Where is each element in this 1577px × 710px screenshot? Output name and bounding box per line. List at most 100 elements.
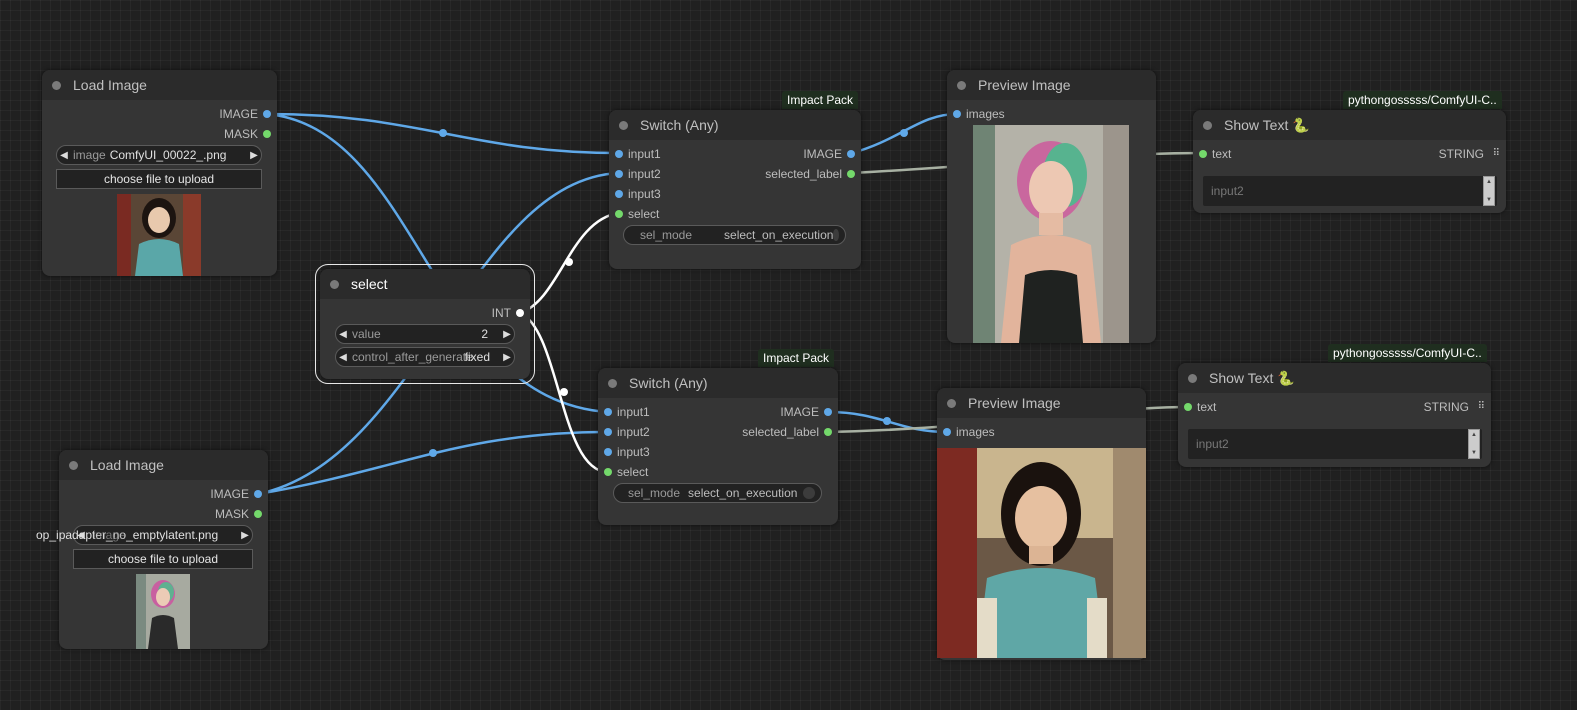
node-show-text-1[interactable]: Show Text 🐍 text STRING ⠿ input2 ▲ ▼ <box>1193 110 1506 213</box>
output-pin-icon[interactable] <box>263 110 271 118</box>
grid-list-icon[interactable]: ⠿ <box>1493 147 1500 161</box>
control-after-generate-combo[interactable]: ◀ control_after_generate fixed ▶ <box>335 347 515 367</box>
node-header[interactable]: Show Text 🐍 <box>1193 110 1506 140</box>
image-combo[interactable]: ◀ image ComfyUI_00022_.png ▶ <box>56 145 262 165</box>
output-selected-label[interactable]: selected_label <box>735 167 855 181</box>
value-number-widget[interactable]: ◀ value 2 ▶ <box>335 324 515 344</box>
output-pin-icon[interactable] <box>824 428 832 436</box>
text-display-area[interactable]: input2 <box>1188 429 1482 459</box>
input-pin-icon[interactable] <box>953 110 961 118</box>
output-pin-icon[interactable] <box>847 150 855 158</box>
scroll-up-icon[interactable]: ▲ <box>1486 179 1492 185</box>
output-pin-icon[interactable] <box>254 510 262 518</box>
upload-button[interactable]: choose file to upload <box>73 549 253 569</box>
node-header[interactable]: Show Text 🐍 <box>1178 363 1491 393</box>
node-preview-image-2[interactable]: Preview Image images <box>937 388 1146 660</box>
scroll-down-icon[interactable]: ▼ <box>1486 197 1492 203</box>
node-preview-image-1[interactable]: Preview Image images <box>947 70 1156 343</box>
right-arrow-icon[interactable]: ▶ <box>238 530 252 541</box>
right-arrow-icon[interactable]: ▶ <box>247 150 261 161</box>
input-1[interactable]: input1 <box>604 405 650 419</box>
input-pin-icon[interactable] <box>1199 150 1207 158</box>
node-header[interactable]: Switch (Any) <box>609 110 861 140</box>
collapse-dot-icon[interactable] <box>330 279 339 289</box>
input-pin-icon[interactable] <box>615 150 623 158</box>
node-title: Preview Image <box>978 77 1071 93</box>
output-image[interactable]: IMAGE <box>151 107 271 121</box>
left-arrow-icon[interactable]: ◀ <box>57 150 71 161</box>
collapse-dot-icon[interactable] <box>1188 373 1197 383</box>
input-pin-icon[interactable] <box>615 190 623 198</box>
collapse-dot-icon[interactable] <box>608 378 617 388</box>
sel-mode-toggle[interactable]: sel_mode select_on_execution <box>613 483 822 503</box>
output-mask[interactable]: MASK <box>142 507 262 521</box>
collapse-dot-icon[interactable] <box>947 398 956 408</box>
output-pin-icon[interactable] <box>254 490 262 498</box>
upload-button[interactable]: choose file to upload <box>56 169 262 189</box>
node-load-image-2[interactable]: Load Image IMAGE MASK ◀ ▶ choose file to… <box>59 450 268 649</box>
node-header[interactable]: Load Image <box>59 450 268 480</box>
left-arrow-icon[interactable]: ◀ <box>336 352 350 363</box>
input-text[interactable]: text <box>1184 400 1216 414</box>
input-pin-icon[interactable] <box>604 408 612 416</box>
right-arrow-icon[interactable]: ▶ <box>500 329 514 340</box>
toggle-knob-icon[interactable] <box>833 229 839 241</box>
output-image[interactable]: IMAGE <box>712 405 832 419</box>
output-pin-icon[interactable] <box>516 309 524 317</box>
output-selected-label[interactable]: selected_label <box>712 425 832 439</box>
node-select[interactable]: select INT ◀ value 2 ▶ ◀ control_after_g… <box>315 264 535 384</box>
node-header[interactable]: Preview Image <box>937 388 1146 418</box>
node-load-image-1[interactable]: Load Image IMAGE MASK ◀ image ComfyUI_00… <box>42 70 277 276</box>
grid-list-icon[interactable]: ⠿ <box>1478 400 1485 414</box>
girl-teal-shirt-art <box>937 448 1146 658</box>
output-pin-icon[interactable] <box>847 170 855 178</box>
output-pin-icon[interactable] <box>824 408 832 416</box>
output-image[interactable]: IMAGE <box>142 487 262 501</box>
scroll-down-icon[interactable]: ▼ <box>1471 450 1477 456</box>
input-pin-icon[interactable] <box>615 170 623 178</box>
input-pin-icon[interactable] <box>1184 403 1192 411</box>
input-pin-icon[interactable] <box>604 448 612 456</box>
collapse-dot-icon[interactable] <box>1203 120 1212 130</box>
collapse-dot-icon[interactable] <box>957 80 966 90</box>
input-text[interactable]: text <box>1199 147 1231 161</box>
output-mask[interactable]: MASK <box>151 127 271 141</box>
node-header[interactable]: Switch (Any) <box>598 368 838 398</box>
collapse-dot-icon[interactable] <box>619 120 628 130</box>
input-3[interactable]: input3 <box>615 187 661 201</box>
left-arrow-icon[interactable]: ◀ <box>336 329 350 340</box>
text-scrollbar[interactable]: ▲ ▼ <box>1483 176 1495 206</box>
input-select[interactable]: select <box>615 207 659 221</box>
output-pin-icon[interactable] <box>263 130 271 138</box>
output-string[interactable]: STRING ⠿ <box>1380 147 1500 161</box>
input-images[interactable]: images <box>953 107 1005 121</box>
toggle-knob-icon[interactable] <box>803 487 815 499</box>
input-3[interactable]: input3 <box>604 445 650 459</box>
input-1[interactable]: input1 <box>615 147 661 161</box>
text-display-area[interactable]: input2 <box>1203 176 1497 206</box>
node-header[interactable]: Load Image <box>42 70 277 100</box>
collapse-dot-icon[interactable] <box>69 460 78 470</box>
collapse-dot-icon[interactable] <box>52 80 61 90</box>
output-string[interactable]: STRING ⠿ <box>1365 400 1485 414</box>
node-header[interactable]: Preview Image <box>947 70 1156 100</box>
text-scrollbar[interactable]: ▲ ▼ <box>1468 429 1480 459</box>
input-pin-icon[interactable] <box>604 468 612 476</box>
node-header[interactable]: select <box>320 269 530 299</box>
right-arrow-icon[interactable]: ▶ <box>500 352 514 363</box>
scroll-up-icon[interactable]: ▲ <box>1471 432 1477 438</box>
output-int[interactable]: INT <box>404 306 524 320</box>
input-pin-icon[interactable] <box>943 428 951 436</box>
output-image[interactable]: IMAGE <box>735 147 855 161</box>
input-2[interactable]: input2 <box>615 167 661 181</box>
node-show-text-2[interactable]: Show Text 🐍 text STRING ⠿ input2 ▲ ▼ <box>1178 363 1491 467</box>
node-switch-any-2[interactable]: Switch (Any) input1 input2 input3 select… <box>598 368 838 525</box>
input-pin-icon[interactable] <box>615 210 623 218</box>
input-pin-icon[interactable] <box>604 428 612 436</box>
input-2[interactable]: input2 <box>604 425 650 439</box>
node-switch-any-1[interactable]: Switch (Any) input1 input2 input3 select… <box>609 110 861 269</box>
sel-mode-toggle[interactable]: sel_mode select_on_execution <box>623 225 846 245</box>
input-images[interactable]: images <box>943 425 995 439</box>
input-select[interactable]: select <box>604 465 648 479</box>
graph-canvas[interactable]: Load Image IMAGE MASK ◀ image ComfyUI_00… <box>0 0 1577 710</box>
